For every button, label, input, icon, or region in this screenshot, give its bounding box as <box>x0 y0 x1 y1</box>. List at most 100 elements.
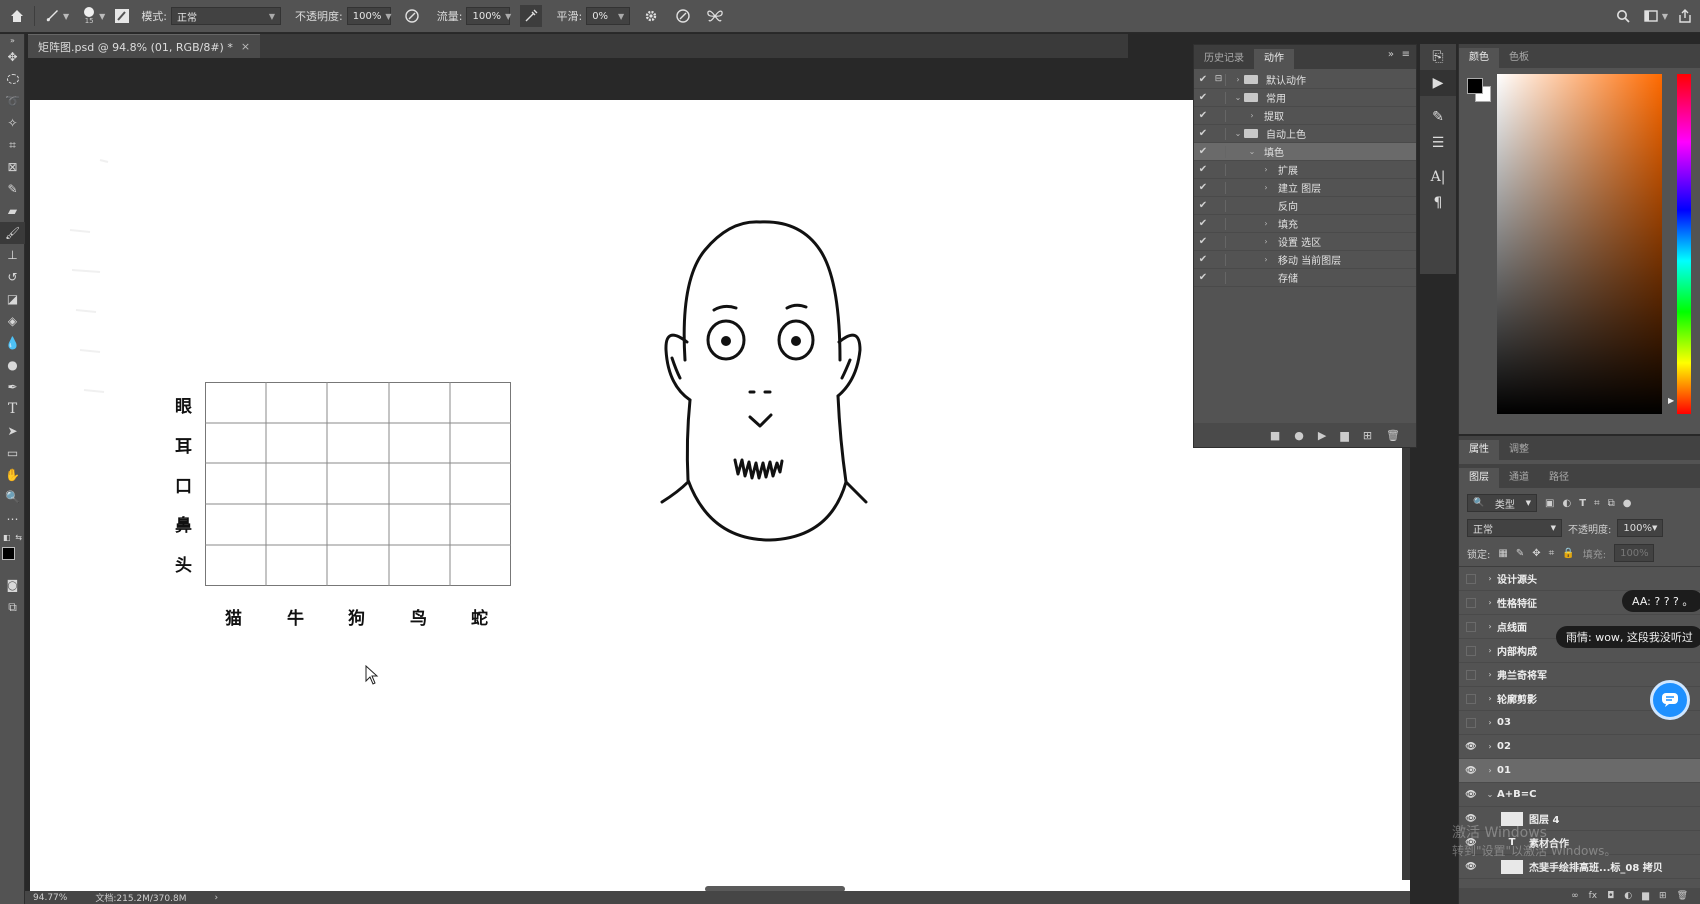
adjustments-sliders-icon[interactable]: ☰ <box>1420 130 1456 156</box>
more-tools-icon[interactable]: ⋯ <box>0 508 25 530</box>
character-icon[interactable]: A| <box>1420 164 1456 190</box>
checkmark-icon[interactable]: ✔ <box>1194 182 1212 193</box>
chevron-down-icon[interactable]: ▼ <box>618 12 624 21</box>
dialog-toggle[interactable] <box>1212 271 1226 284</box>
tab-properties[interactable]: 属性 <box>1459 440 1499 460</box>
chevron-down-icon[interactable]: ⌄ <box>1246 147 1258 156</box>
dialog-toggle[interactable]: ⊟ <box>1212 73 1226 86</box>
panel-collapse-icon[interactable]: » <box>1388 49 1394 60</box>
layer-filter-select[interactable]: 🔍 类型 ▼ <box>1467 494 1537 512</box>
checkmark-icon[interactable]: ✔ <box>1194 272 1212 283</box>
tab-color[interactable]: 颜色 <box>1459 48 1499 68</box>
quick-mask-icon[interactable]: ◙ <box>0 574 25 596</box>
dialog-toggle[interactable] <box>1212 163 1226 176</box>
action-item[interactable]: ✔ › 移动 当前图层 <box>1194 251 1416 269</box>
blur-tool-icon[interactable]: 💧 <box>0 332 25 354</box>
airbrush-icon[interactable] <box>520 5 543 27</box>
eyedropper-tool-icon[interactable]: ✎ <box>0 178 25 200</box>
eye-visibility-icon[interactable]: 👁 <box>1459 766 1483 776</box>
workspace-icon[interactable] <box>1640 5 1662 27</box>
layer-row[interactable]: 👁 › 02 <box>1459 735 1700 759</box>
chevron-right-icon[interactable]: › <box>1246 111 1258 120</box>
new-group-folder-icon[interactable]: ▆ <box>1642 891 1649 901</box>
action-item[interactable]: ✔ › 提取 <box>1194 107 1416 125</box>
zoom-level[interactable]: 94.77% <box>33 893 67 903</box>
blend-mode-select[interactable]: 正常 ▼ <box>1467 519 1562 537</box>
lock-position-icon[interactable]: ✥ <box>1532 548 1540 559</box>
checkmark-icon[interactable]: ✔ <box>1194 146 1212 157</box>
chevron-down-icon[interactable]: ▼ <box>385 12 391 21</box>
brush-settings-panel-icon[interactable] <box>111 5 133 27</box>
gear-icon[interactable] <box>640 5 662 27</box>
default-colors-icon[interactable]: ◧ ⇆ <box>0 530 25 544</box>
dialog-toggle[interactable] <box>1212 181 1226 194</box>
add-mask-icon[interactable]: ◘ <box>1607 891 1614 901</box>
tab-channels[interactable]: 通道 <box>1499 468 1539 488</box>
document-tab[interactable]: 矩阵图.psd @ 94.8% (01, RGB/8#) * × <box>28 34 261 58</box>
record-icon[interactable]: ● <box>1294 429 1304 442</box>
chevron-right-icon[interactable]: › <box>1483 622 1497 631</box>
visibility-toggle[interactable] <box>1466 645 1476 656</box>
delete-layer-trash-icon[interactable]: 🗑 <box>1677 891 1688 901</box>
eye-visibility-icon[interactable]: 👁 <box>1459 862 1483 872</box>
healing-brush-tool-icon[interactable]: ▰ <box>0 200 25 222</box>
eye-visibility-icon[interactable]: 👁 <box>1459 742 1483 752</box>
new-set-folder-icon[interactable]: ▆ <box>1340 429 1348 442</box>
hue-slider[interactable] <box>1677 74 1691 414</box>
marquee-tool-icon[interactable] <box>0 68 25 90</box>
tab-actions[interactable]: 动作 <box>1254 49 1294 69</box>
foreground-color-swatch[interactable] <box>2 547 15 560</box>
pressure-size-icon[interactable] <box>672 5 694 27</box>
filter-smart-object-icon[interactable]: ⧉ <box>1608 498 1615 509</box>
brush-tool-icon[interactable]: 🖌 <box>0 222 25 244</box>
chevron-right-icon[interactable]: › <box>1483 598 1497 607</box>
chevron-right-icon[interactable]: › <box>1483 718 1497 727</box>
foreground-color-swatch[interactable] <box>1467 78 1483 94</box>
filter-pixel-icon[interactable]: ▣ <box>1545 498 1554 509</box>
dialog-toggle[interactable] <box>1212 217 1226 230</box>
chevron-right-icon[interactable]: › <box>1483 742 1497 751</box>
action-item[interactable]: ✔ ⌄ 填色 <box>1194 143 1416 161</box>
action-item[interactable]: ✔ › 扩展 <box>1194 161 1416 179</box>
fx-icon[interactable]: fx <box>1589 891 1598 901</box>
color-field[interactable] <box>1497 74 1662 414</box>
lock-all-icon[interactable]: 🔒 <box>1562 548 1574 559</box>
new-layer-icon[interactable]: ⊞ <box>1659 891 1667 901</box>
checkmark-icon[interactable]: ✔ <box>1194 200 1212 211</box>
share-icon[interactable] <box>1674 5 1696 27</box>
filter-type-icon[interactable]: T <box>1579 498 1586 509</box>
eraser-tool-icon[interactable]: ◪ <box>0 288 25 310</box>
filter-toggle-icon[interactable]: ● <box>1623 498 1632 509</box>
mode-select[interactable]: 正常 ▼ <box>171 7 282 25</box>
brush-tool-icon[interactable] <box>41 5 63 27</box>
chevron-right-icon[interactable]: › <box>1260 255 1272 264</box>
history-icon[interactable]: ⎘ <box>1420 44 1456 70</box>
tab-layers[interactable]: 图层 <box>1459 468 1499 488</box>
dialog-toggle[interactable] <box>1212 145 1226 158</box>
lasso-tool-icon[interactable]: ➰ <box>0 90 25 112</box>
chevron-down-icon[interactable]: ⌄ <box>1232 93 1244 102</box>
new-adjustment-icon[interactable]: ◐ <box>1624 891 1632 901</box>
chevron-right-icon[interactable]: › <box>1260 183 1272 192</box>
type-tool-icon[interactable]: T <box>0 398 25 420</box>
move-tool-icon[interactable]: ✥ <box>0 46 25 68</box>
dialog-toggle[interactable] <box>1212 235 1226 248</box>
chevron-right-icon[interactable]: › <box>1483 646 1497 655</box>
checkmark-icon[interactable]: ✔ <box>1194 164 1212 175</box>
status-info-chevron-icon[interactable]: › <box>214 893 218 903</box>
checkmark-icon[interactable]: ✔ <box>1194 128 1212 139</box>
chevron-down-icon[interactable]: ▼ <box>505 12 511 21</box>
layer-row[interactable]: 👁 › 01 <box>1459 759 1700 783</box>
home-icon[interactable] <box>6 5 28 27</box>
chevron-right-icon[interactable]: › <box>1483 670 1497 679</box>
clone-stamp-tool-icon[interactable]: ⊥ <box>0 244 25 266</box>
brush-preset-picker[interactable]: 15 <box>79 5 99 27</box>
dialog-toggle[interactable] <box>1212 199 1226 212</box>
play-icon[interactable]: ▶ <box>1318 429 1326 442</box>
color-swatches[interactable] <box>0 544 25 574</box>
dialog-toggle[interactable] <box>1212 91 1226 104</box>
layer-row[interactable]: › 设计源头 <box>1459 567 1700 591</box>
fill-input[interactable]: 100% <box>1614 544 1655 562</box>
checkmark-icon[interactable]: ✔ <box>1194 110 1212 121</box>
new-action-icon[interactable]: ⊞ <box>1363 429 1372 442</box>
